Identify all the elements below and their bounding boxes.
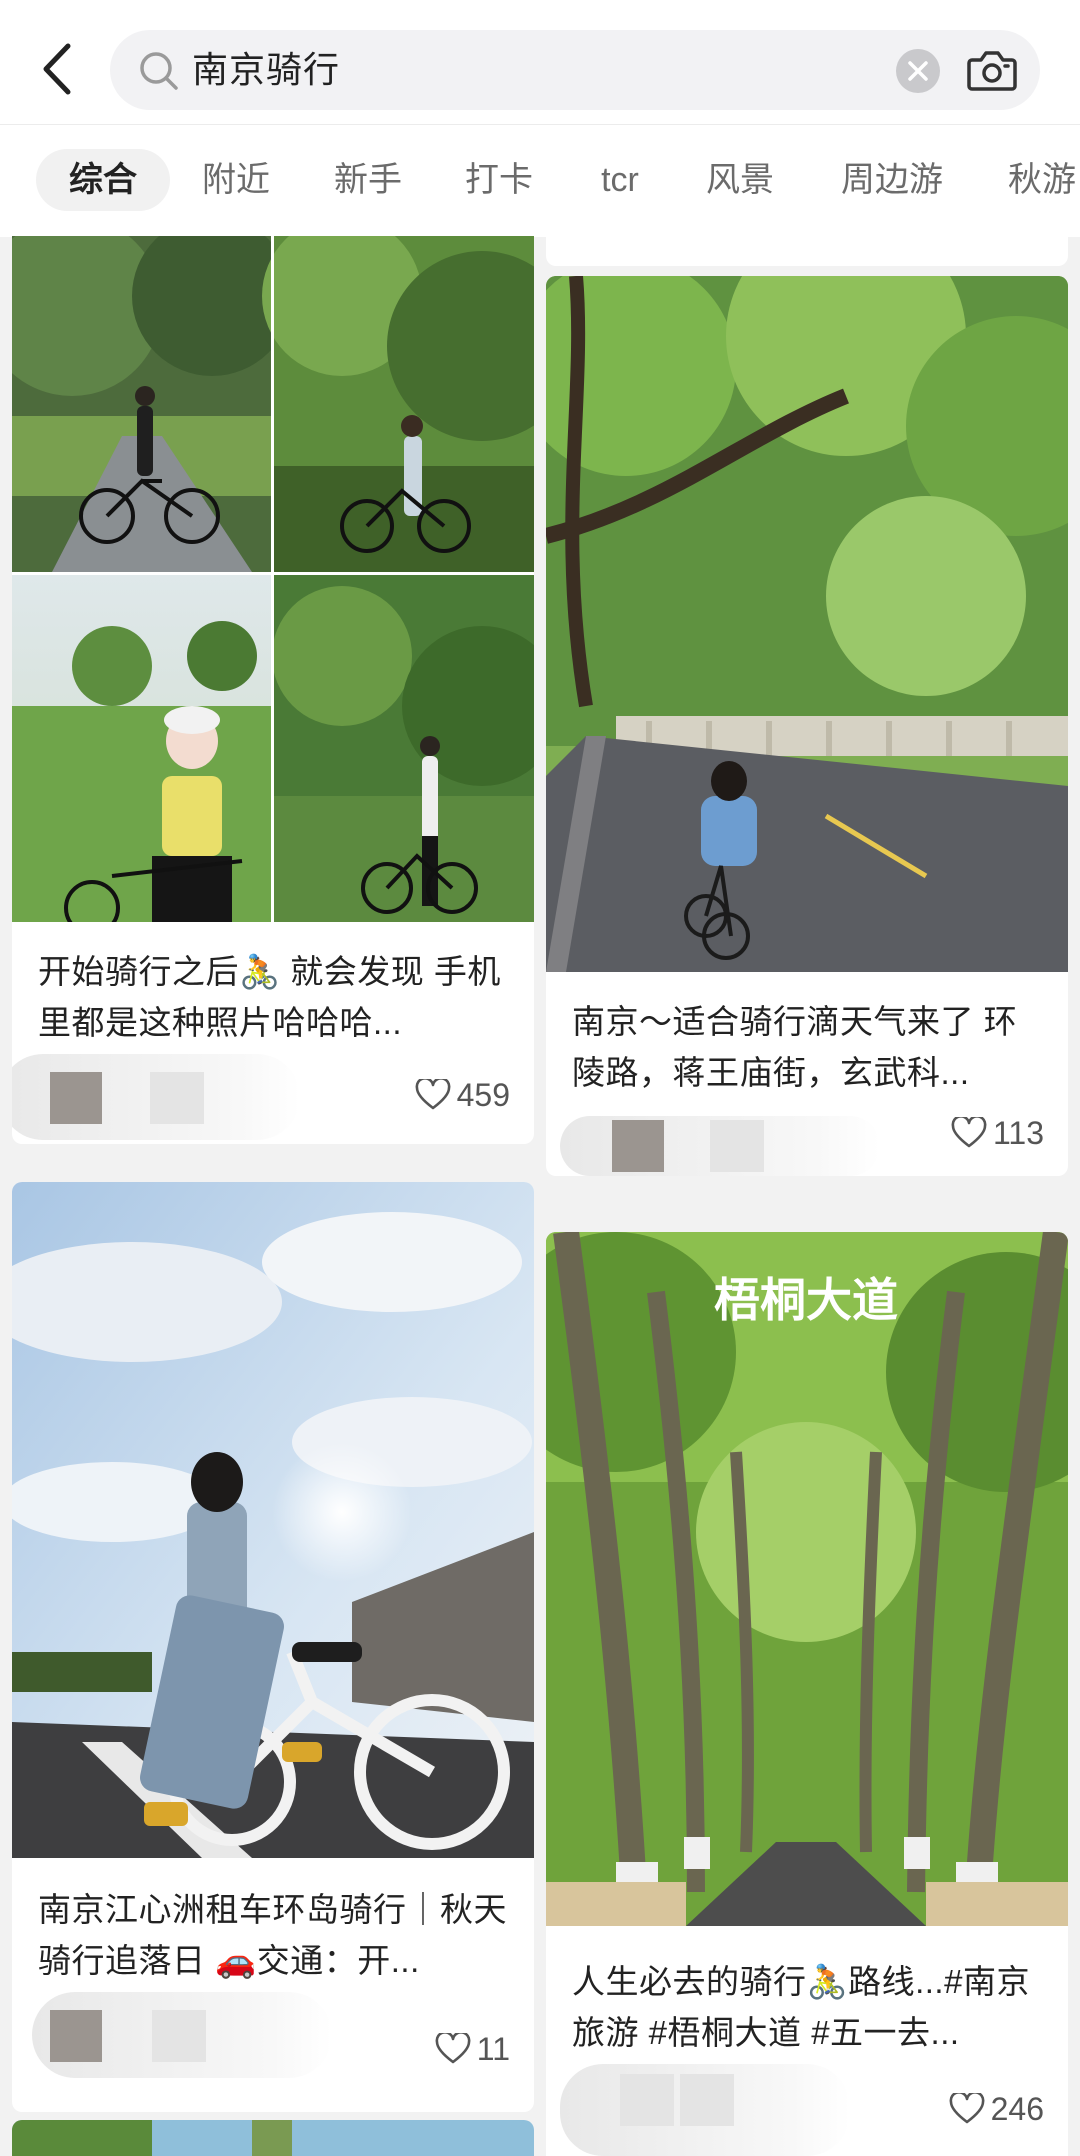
heart-icon [949, 2090, 985, 2123]
like-count-text: 246 [990, 2091, 1044, 2127]
tab-daka[interactable]: 打卡 [459, 149, 539, 211]
top-bar: 南京骑行 [0, 0, 1080, 125]
post-card-previous[interactable] [546, 236, 1068, 266]
like-count-text: 11 [476, 2031, 510, 2067]
like-count[interactable]: 11 [435, 2026, 510, 2072]
author-avatar-blurred[interactable] [560, 1116, 880, 1176]
post-card[interactable]: 南京江心洲租车环岛骑行｜秋天骑行追落日 🚗交通：开... 11 [12, 1182, 534, 2112]
post-title: 南京～适合骑行滴天气来了 环陵路，蒋王庙街，玄武科... [572, 1003, 1018, 1091]
post-title: 人生必去的骑行🚴路线...#南京旅游 #梧桐大道 #五一去... [572, 1963, 1030, 2051]
post-card-next[interactable] [12, 2120, 534, 2156]
post-photo: 梧桐大道 [546, 1232, 1068, 1926]
like-count[interactable]: 459 [415, 1072, 510, 1118]
tab-zonghe[interactable]: 综合 [36, 149, 170, 211]
tab-xinshou[interactable]: 新手 [328, 149, 408, 211]
tab-fujin[interactable]: 附近 [196, 149, 276, 211]
heart-icon [951, 1114, 987, 1147]
post-title: 开始骑行之后🚴 就会发现 手机里都是这种照片哈哈哈... [38, 953, 501, 1041]
heart-icon [435, 2030, 471, 2063]
search-icon [136, 48, 182, 94]
like-count-text: 113 [992, 1115, 1044, 1151]
author-avatar-blurred[interactable] [560, 2064, 850, 2156]
post-photo [12, 1182, 534, 1858]
search-query-text: 南京骑行 [192, 49, 341, 90]
tab-fengjing[interactable]: 风景 [700, 149, 780, 211]
post-photo-collage [12, 236, 534, 922]
heart-icon [415, 1076, 451, 1109]
post-card[interactable]: 开始骑行之后🚴 就会发现 手机里都是这种照片哈哈哈... 459 [12, 236, 534, 1144]
tab-qiuyou[interactable]: 秋游 [1002, 149, 1080, 211]
tab-tcr[interactable]: tcr [592, 149, 648, 211]
post-card[interactable]: 梧桐大道 人生必去的骑行🚴路线...#南京旅游 #梧桐大道 #五一去... 24… [546, 1232, 1068, 2156]
back-arrow-icon[interactable] [34, 36, 90, 102]
photo-overlay-caption: 梧桐大道 [714, 1273, 898, 1327]
like-count[interactable]: 246 [949, 2086, 1044, 2132]
post-title: 南京江心洲租车环岛骑行｜秋天骑行追落日 🚗交通：开... [38, 1891, 507, 1979]
author-avatar-blurred[interactable] [32, 1992, 332, 2078]
post-card[interactable]: 南京～适合骑行滴天气来了 环陵路，蒋王庙街，玄武科... 113 [546, 276, 1068, 1176]
search-input[interactable]: 南京骑行 [110, 30, 1040, 110]
filter-tabs: 综合 附近 新手 打卡 tcr 风景 周边游 秋游 [0, 125, 1080, 237]
tab-zhoubianyou[interactable]: 周边游 [832, 149, 952, 211]
camera-icon[interactable] [966, 46, 1018, 94]
like-count[interactable]: 113 [951, 1110, 1044, 1156]
clear-icon[interactable] [896, 49, 940, 93]
like-count-text: 459 [456, 1077, 510, 1113]
post-photo [546, 276, 1068, 972]
author-avatar-blurred[interactable] [12, 1054, 300, 1140]
